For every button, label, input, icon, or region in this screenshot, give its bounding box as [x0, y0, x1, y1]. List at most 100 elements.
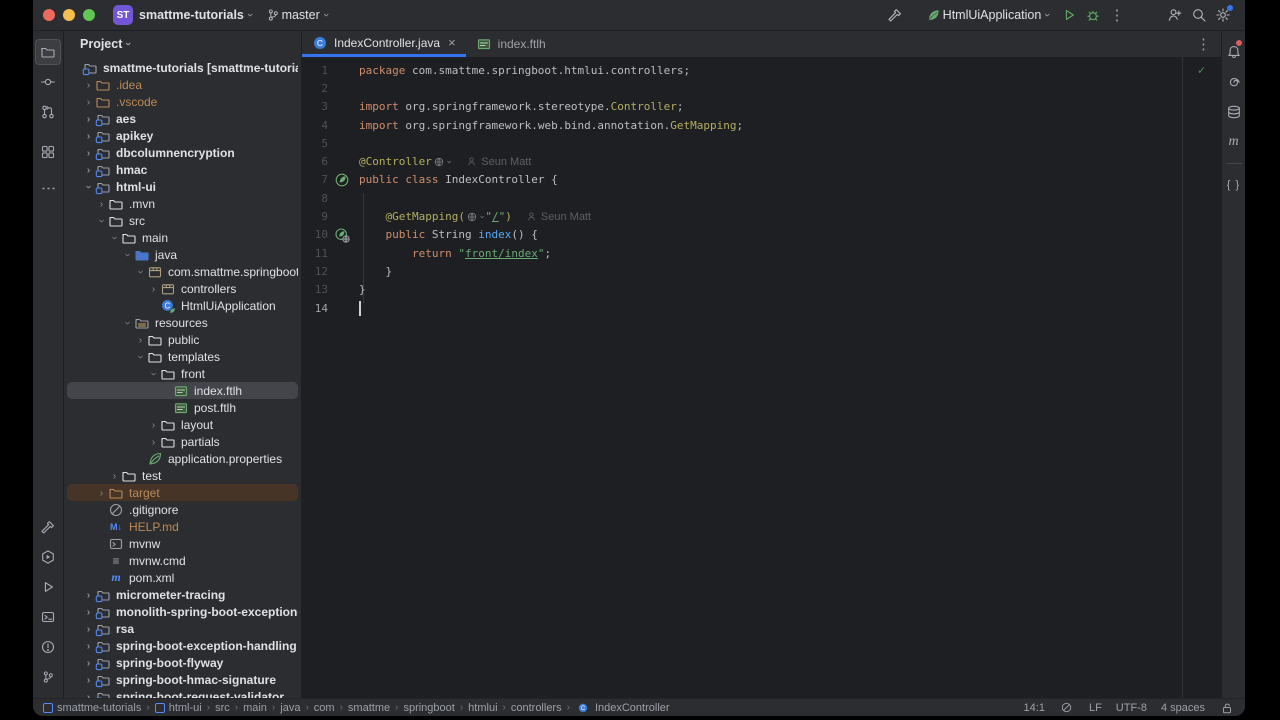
breadcrumb-item[interactable]: main [243, 702, 267, 714]
zoom-window-button[interactable] [83, 9, 95, 21]
run-button[interactable] [1057, 3, 1081, 27]
project-tree-item[interactable]: › .mvn [67, 195, 298, 212]
close-tab-icon[interactable]: × [448, 35, 456, 50]
tree-chevron-icon[interactable]: › [134, 266, 147, 278]
breadcrumb-item[interactable]: htmlui [468, 702, 497, 714]
project-tree-item[interactable]: › front [67, 365, 298, 382]
debug-button[interactable] [1081, 3, 1105, 27]
editor-tab[interactable]: index.ftlh [466, 31, 556, 57]
project-tree-item[interactable]: › spring-boot-exception-handling [67, 637, 298, 654]
project-tree-item[interactable]: › com.smattme.springboot.htmlui [67, 263, 299, 280]
code-line[interactable]: 8 [302, 189, 1221, 207]
project-tree-item[interactable]: m pom.xml [67, 569, 298, 586]
breadcrumb-item[interactable]: smattme [348, 702, 390, 714]
tree-chevron-icon[interactable]: › [121, 317, 134, 329]
tree-chevron-icon[interactable]: › [95, 487, 108, 499]
code-line[interactable]: 6 @Controller › Seun Matt [302, 152, 1221, 170]
tree-chevron-icon[interactable]: › [82, 640, 95, 652]
project-tree-item[interactable]: › partials [67, 433, 298, 450]
editor-tab[interactable]: C IndexController.java × [302, 31, 466, 57]
version-control-tool-icon[interactable] [35, 664, 61, 690]
tree-chevron-icon[interactable]: › [82, 96, 95, 108]
code-line[interactable]: 2 [302, 79, 1221, 97]
project-tree-item[interactable]: › main [67, 229, 298, 246]
code-line[interactable]: 4 import org.springframework.web.bind.ann… [302, 116, 1221, 134]
project-tree-item[interactable]: › layout [67, 416, 298, 433]
code-line[interactable]: 1 package com.smattme.springboot.htmlui.c… [302, 61, 1221, 79]
more-tool-icon[interactable]: ⋮ [35, 175, 61, 201]
tree-chevron-icon[interactable]: › [82, 113, 95, 125]
minimize-window-button[interactable] [63, 9, 75, 21]
tree-chevron-icon[interactable]: › [147, 436, 160, 448]
code-line[interactable]: 11 return " front/index "; [302, 244, 1221, 262]
tree-chevron-icon[interactable]: › [95, 198, 108, 210]
project-tree-item[interactable]: index.ftlh [67, 382, 298, 399]
highlighting-level-icon[interactable] [1059, 700, 1075, 716]
breadcrumb-item[interactable]: src [215, 702, 230, 714]
tree-chevron-icon[interactable]: › [95, 215, 108, 227]
project-tree-item[interactable]: › java [67, 246, 298, 263]
project-tree-item[interactable]: › target [67, 484, 298, 501]
project-name[interactable]: smattme-tutorials [139, 8, 244, 22]
project-tree-item[interactable]: › micrometer-tracing [67, 586, 298, 603]
tree-chevron-icon[interactable]: › [147, 283, 160, 295]
code-line[interactable]: 13} [302, 281, 1221, 299]
readonly-lock-icon[interactable] [1219, 700, 1235, 716]
line-separator-widget[interactable]: LF [1089, 702, 1102, 714]
project-tree-item[interactable]: › spring-boot-request-validator [67, 688, 298, 698]
settings-gear-icon[interactable] [1211, 3, 1235, 27]
tree-chevron-icon[interactable]: › [147, 419, 160, 431]
breadcrumb-item[interactable]: com [314, 702, 335, 714]
run-configuration-widget[interactable]: HtmlUiApplication › [925, 3, 1053, 27]
breadcrumb-item[interactable]: springboot [403, 702, 454, 714]
indent-widget[interactable]: 4 spaces [1161, 702, 1205, 714]
project-tree-item[interactable]: › dbcolumnencryption [67, 144, 298, 161]
breadcrumb-item[interactable]: html-ui [154, 702, 202, 714]
project-tree-item[interactable]: › hmac [67, 161, 298, 178]
breadcrumb-item[interactable]: controllers [511, 702, 562, 714]
url-mapping-globe-icon[interactable]: › [466, 211, 487, 223]
tree-chevron-icon[interactable]: › [82, 623, 95, 635]
project-tree-item[interactable]: › monolith-spring-boot-exception-handling [67, 603, 298, 620]
project-tree-item[interactable]: mvnw [67, 535, 298, 552]
beans-tool-icon[interactable]: { } [1223, 172, 1245, 198]
code-line[interactable]: 10 public String index() { [302, 226, 1221, 244]
build-icon[interactable] [883, 3, 907, 27]
services-tool-icon[interactable] [35, 544, 61, 570]
tree-chevron-icon[interactable]: › [82, 181, 95, 193]
close-window-button[interactable] [43, 9, 55, 21]
project-tree-item[interactable]: › test [67, 467, 298, 484]
tree-chevron-icon[interactable]: › [82, 589, 95, 601]
tree-chevron-icon[interactable]: › [108, 470, 121, 482]
inspections-ok-icon[interactable]: ✓ [1198, 63, 1205, 77]
project-tree-item[interactable]: › resources [67, 314, 298, 331]
tree-chevron-icon[interactable]: › [134, 334, 147, 346]
tree-chevron-icon[interactable]: › [82, 691, 95, 699]
project-tree-item[interactable]: › src [67, 212, 298, 229]
tree-chevron-icon[interactable]: › [147, 368, 160, 380]
project-tree-item[interactable]: › templates [67, 348, 298, 365]
project-tree-item[interactable]: M↓ HELP.md [67, 518, 298, 535]
project-tree-item[interactable]: › rsa [67, 620, 298, 637]
project-tree-item[interactable]: C HtmlUiApplication [67, 297, 298, 314]
project-tree-item[interactable]: › html-ui [67, 178, 298, 195]
tree-chevron-icon[interactable]: › [82, 674, 95, 686]
project-tree-item[interactable]: › .idea [67, 76, 298, 93]
code-editor[interactable]: 1 package com.smattme.springboot.htmlui.c… [302, 57, 1221, 698]
tree-chevron-icon[interactable]: › [121, 249, 134, 261]
url-mapping-globe-icon[interactable]: › [433, 156, 454, 168]
project-panel-header[interactable]: Project › [64, 31, 301, 57]
code-author-hint[interactable]: Seun Matt [526, 211, 591, 223]
breadcrumb-item[interactable]: java [280, 702, 300, 714]
caret-position-widget[interactable]: 14:1 [1024, 702, 1045, 714]
notifications-tool-icon[interactable] [1223, 39, 1245, 65]
build-tool-icon[interactable] [35, 514, 61, 540]
ai-assistant-tool-icon[interactable] [1223, 69, 1245, 95]
breadcrumb-item[interactable]: smattme-tutorials [43, 702, 141, 714]
tree-chevron-icon[interactable]: › [82, 79, 95, 91]
project-tree-item[interactable]: › apikey [67, 127, 298, 144]
bean-gutter-icon[interactable] [334, 172, 350, 188]
project-tool-icon[interactable] [35, 39, 61, 65]
tree-chevron-icon[interactable]: › [108, 232, 121, 244]
more-actions-icon[interactable]: ⋮ [1105, 3, 1129, 27]
